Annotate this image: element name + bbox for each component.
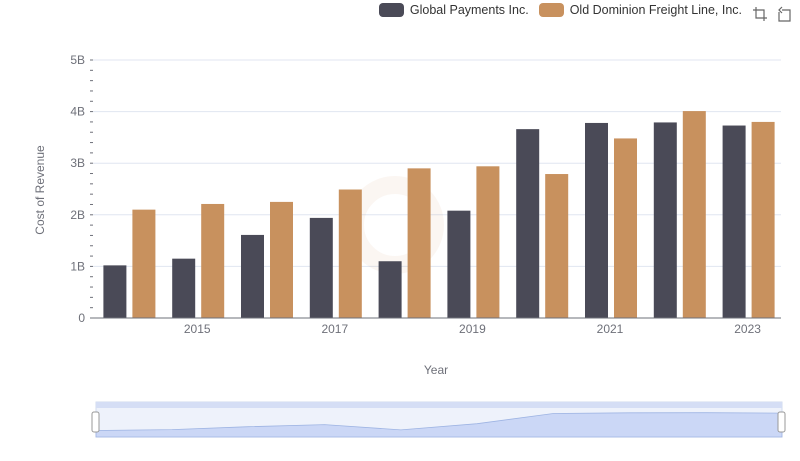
y-tick-label: 4B: [70, 105, 85, 119]
bar-global-payments-2016[interactable]: [241, 234, 264, 318]
y-tick-label: 3B: [70, 156, 85, 170]
bar-old-dominion-2016[interactable]: [270, 201, 293, 318]
x-tick-label: 2023: [734, 322, 761, 336]
y-axis-ticks: 0 1B 2B 3B 4B 5B: [70, 53, 93, 325]
y-tick-label: 1B: [70, 259, 85, 273]
datazoom-handle-bar[interactable]: [96, 402, 782, 408]
datazoom-slider[interactable]: [91, 401, 786, 438]
bar-old-dominion-2017[interactable]: [338, 189, 362, 318]
bar-old-dominion-2018[interactable]: [407, 168, 431, 318]
bar-global-payments-2017[interactable]: [309, 217, 333, 318]
x-tick-label: 2021: [597, 322, 624, 336]
y-axis-title: Cost of Revenue: [33, 145, 47, 235]
bar-old-dominion-2023[interactable]: [751, 121, 775, 318]
bar-old-dominion-2019[interactable]: [476, 166, 500, 318]
datazoom-right-handle[interactable]: [777, 411, 786, 433]
x-tick-label: 2019: [459, 322, 486, 336]
chart: 0 1B 2B 3B 4B 5B 2015 2017 2019 2021 2023 Cost of…: [33, 53, 786, 438]
x-tick-label: 2015: [184, 322, 211, 336]
bar-old-dominion-2021[interactable]: [614, 138, 637, 318]
bar-global-payments-2023[interactable]: [722, 125, 746, 318]
bar-old-dominion-2020[interactable]: [545, 174, 569, 318]
bar-old-dominion-2015[interactable]: [201, 203, 225, 318]
bar-global-payments-2019[interactable]: [447, 210, 471, 318]
bar-global-payments-2021[interactable]: [585, 122, 608, 319]
bar-global-payments-2015[interactable]: [172, 258, 196, 318]
bar-global-payments-2014[interactable]: [103, 265, 127, 318]
bar-old-dominion-2022[interactable]: [682, 111, 706, 318]
x-axis-ticks: 2015 2017 2019 2021 2023: [184, 322, 761, 336]
y-tick-label: 2B: [70, 208, 85, 222]
datazoom-left-handle[interactable]: [91, 411, 100, 433]
bar-global-payments-2020[interactable]: [516, 129, 540, 318]
x-axis-title: Year: [424, 363, 448, 377]
y-tick-label: 0: [78, 311, 85, 325]
y-tick-label: 5B: [70, 53, 85, 67]
x-tick-label: 2017: [321, 322, 348, 336]
bar-global-payments-2018[interactable]: [378, 261, 402, 318]
bar-global-payments-2022[interactable]: [653, 122, 677, 318]
bar-old-dominion-2014[interactable]: [132, 209, 156, 318]
